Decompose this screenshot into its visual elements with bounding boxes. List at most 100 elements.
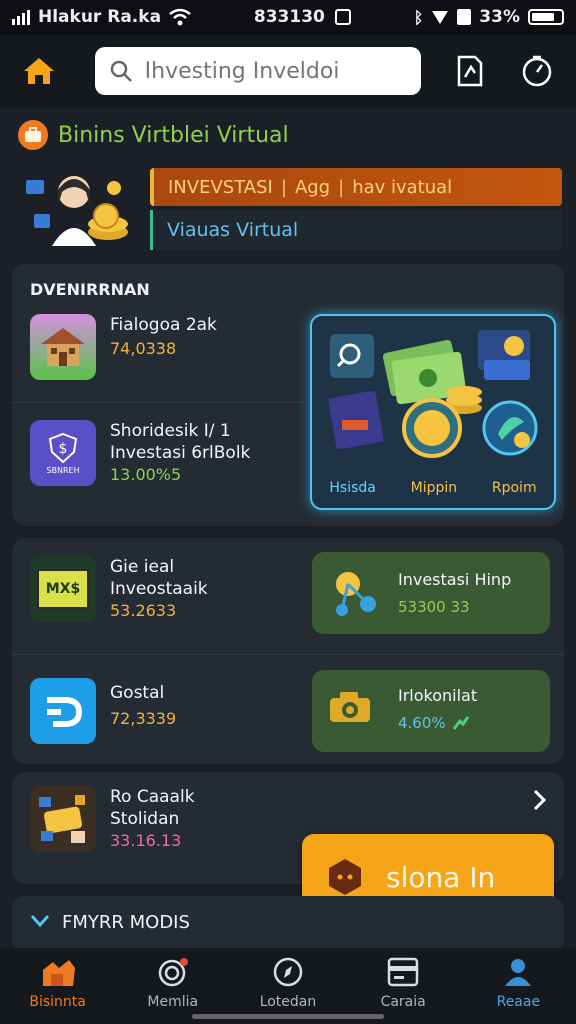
tile-value: 4.60% bbox=[398, 714, 446, 732]
home-icon bbox=[42, 960, 75, 986]
home-icon bbox=[24, 58, 55, 84]
section-header: Binins Virtblei Virtual bbox=[18, 120, 289, 150]
item-value: 72,3339 bbox=[110, 709, 177, 728]
battery-icon bbox=[528, 9, 564, 25]
hero-banner-bottom: Viauas Virtual bbox=[150, 210, 562, 250]
item-value: 74,0338 bbox=[110, 339, 177, 358]
assets-card: MX$ Gie ieal Inveostaaik 53.2633 Investa… bbox=[12, 538, 564, 764]
signal-icon bbox=[12, 9, 30, 25]
money-bag-icon bbox=[30, 786, 96, 852]
item-title: Fialogoa 2ak bbox=[110, 315, 217, 335]
trend-arrow-icon bbox=[452, 716, 469, 730]
feature-panel[interactable]: Hsisda Mippin Rpoim bbox=[310, 314, 556, 510]
home-indicator[interactable] bbox=[192, 1014, 384, 1019]
section-title: Binins Virtblei Virtual bbox=[58, 122, 289, 148]
portfolio-card: DVENIRRNAN Fialogoa 2ak 74,0338 $ SBNREH… bbox=[12, 264, 564, 526]
network-icon bbox=[336, 572, 376, 616]
bottom-tab-bar: Bisinnta Memlia Lotedan Caraia Reaae bbox=[0, 948, 576, 1024]
briefcase-icon bbox=[18, 120, 48, 150]
tab-label: Bisinnta bbox=[29, 994, 86, 1010]
tab-explore[interactable]: Lotedan bbox=[233, 956, 343, 1010]
feature-label[interactable]: Rpoim bbox=[492, 480, 537, 496]
document-icon bbox=[457, 55, 483, 87]
hero-banner-top-b: Agg bbox=[294, 176, 331, 198]
hero-banner-top-a: INVEVSTASI bbox=[168, 176, 273, 198]
tab-label: Lotedan bbox=[259, 994, 317, 1010]
portfolio-item[interactable]: $ SBNREH Shoridesik I/ 1 Investasi 6rlBo… bbox=[30, 420, 250, 486]
compass-icon bbox=[273, 957, 303, 987]
asset-item[interactable]: MX$ Gie ieal Inveostaaik 53.2633 bbox=[30, 556, 208, 622]
search-input[interactable] bbox=[142, 57, 407, 85]
tab-profile[interactable]: Reaae bbox=[463, 956, 573, 1010]
item-value: 53.2633 bbox=[110, 601, 177, 620]
divider bbox=[12, 654, 564, 655]
collapsible-section[interactable]: FMYRR MODIS bbox=[12, 896, 564, 952]
search-box[interactable] bbox=[94, 47, 421, 95]
tile-title: Irlokonilat bbox=[398, 686, 478, 705]
divider bbox=[12, 402, 306, 403]
item-subtitle: Investasi 6rlBolk bbox=[110, 443, 251, 463]
home-button[interactable] bbox=[18, 49, 61, 93]
chat-icon bbox=[329, 859, 361, 895]
status-time: 833130 bbox=[253, 7, 325, 27]
profile-icon bbox=[505, 959, 532, 986]
portfolio-heading: DVENIRRNAN bbox=[30, 280, 150, 299]
tab-label: Caraia bbox=[380, 994, 426, 1010]
asset-tile[interactable]: Investasi Hinp 53300 33 bbox=[312, 552, 550, 634]
collapsible-title: FMYRR MODIS bbox=[62, 912, 190, 933]
notification-icon bbox=[334, 9, 351, 25]
hero-banner-top-c: hav ivatual bbox=[352, 176, 453, 198]
feature-label[interactable]: Hsisda bbox=[329, 480, 375, 496]
location-icon bbox=[432, 11, 449, 24]
battery-percent: 33% bbox=[479, 7, 520, 27]
investment-illustration bbox=[328, 330, 538, 458]
tab-cards[interactable]: Caraia bbox=[348, 956, 458, 1010]
document-button[interactable] bbox=[449, 49, 492, 93]
promo-value: 33.16.13 bbox=[110, 831, 182, 850]
item-value: 13.00%5 bbox=[110, 465, 182, 484]
hero-banner-top: INVEVSTASI | Agg | hav ivatual bbox=[150, 168, 562, 206]
hero-banner[interactable]: INVEVSTASI | Agg | hav ivatual Viauas Vi… bbox=[18, 166, 566, 256]
bluetooth-icon: ᛒ bbox=[413, 7, 424, 27]
shield-dollar-icon: $ SBNREH bbox=[30, 420, 96, 486]
sim-icon bbox=[457, 9, 472, 25]
timer-button[interactable] bbox=[515, 49, 558, 93]
promo-item: Ro Caaalk Stolidan 33.16.13 bbox=[30, 786, 195, 852]
status-bar: Hlakur Ra.ka 833130 ᛒ 33% bbox=[0, 0, 576, 34]
promo-subtitle: Stolidan bbox=[110, 809, 180, 829]
money-chart-icon: MX$ bbox=[30, 556, 96, 622]
tab-label: Reaae bbox=[496, 994, 541, 1010]
top-bar bbox=[0, 34, 576, 108]
avatar-illustration bbox=[26, 176, 128, 246]
camera-icon bbox=[158, 958, 188, 987]
tile-value-row: 4.60% bbox=[398, 714, 470, 732]
chevron-down-icon bbox=[30, 915, 50, 928]
feature-label[interactable]: Mippin bbox=[411, 480, 458, 496]
tile-value: 53300 33 bbox=[398, 598, 470, 616]
tile-title: Investasi Hinp bbox=[398, 570, 512, 589]
tab-media[interactable]: Memlia bbox=[118, 956, 228, 1010]
sign-in-label: slona In bbox=[386, 860, 496, 894]
house-icon bbox=[30, 314, 96, 380]
carrier-name: Hlakur Ra.ka bbox=[38, 7, 162, 27]
app-logo-icon bbox=[30, 678, 96, 744]
search-icon bbox=[110, 60, 132, 82]
asset-item[interactable]: Gostal 72,3339 bbox=[30, 678, 176, 744]
thumb-label: MX$ bbox=[45, 581, 81, 597]
svg-text:$: $ bbox=[59, 441, 68, 457]
asset-tile[interactable]: Irlokonilat 4.60% bbox=[312, 670, 550, 752]
tab-label: Memlia bbox=[147, 994, 199, 1010]
item-title: Shoridesik I/ 1 bbox=[110, 421, 231, 441]
feature-labels: Hsisda Mippin Rpoim bbox=[312, 480, 554, 496]
tab-home[interactable]: Bisinnta bbox=[3, 956, 113, 1010]
item-title: Gostal bbox=[110, 683, 165, 703]
chevron-right-icon[interactable] bbox=[532, 788, 548, 812]
wifi-icon bbox=[169, 8, 191, 26]
thumb-label: SBNREH bbox=[46, 465, 80, 475]
camera-coin-icon bbox=[330, 692, 370, 722]
portfolio-item[interactable]: Fialogoa 2ak 74,0338 bbox=[30, 314, 217, 380]
item-title: Gie ieal bbox=[110, 557, 175, 577]
card-icon bbox=[387, 957, 419, 987]
promo-title: Ro Caaalk bbox=[110, 787, 195, 807]
timer-icon bbox=[522, 55, 551, 87]
